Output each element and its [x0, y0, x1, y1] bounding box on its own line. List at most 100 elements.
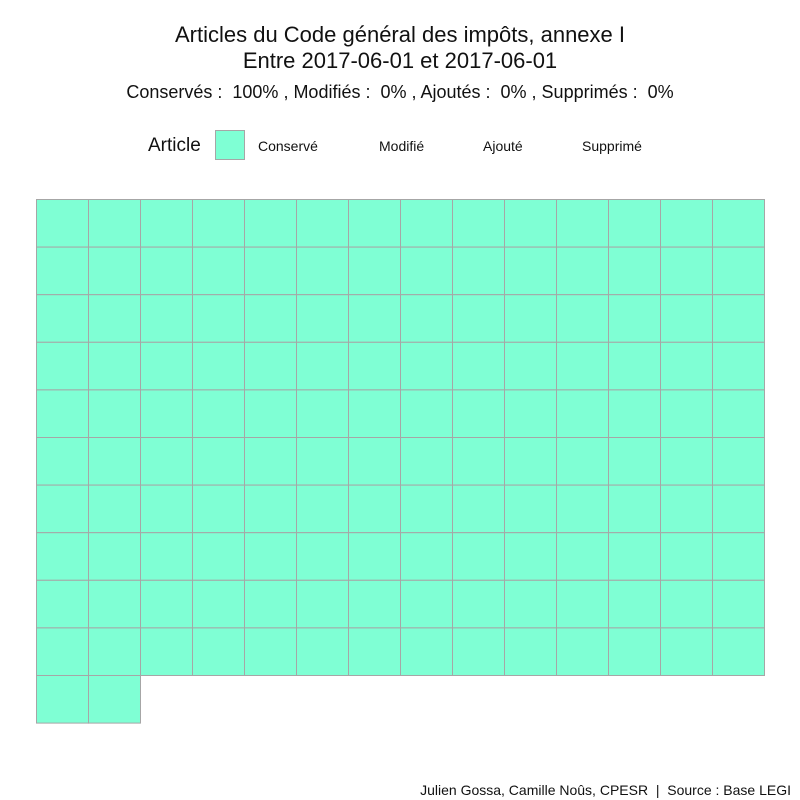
waffle-cell — [660, 437, 713, 486]
waffle-cell — [140, 437, 193, 486]
waffle-cell — [36, 532, 89, 581]
waffle-cell — [660, 579, 713, 629]
waffle-cell — [452, 627, 505, 677]
waffle-cell — [452, 199, 505, 248]
waffle-cell — [244, 199, 297, 248]
waffle-cell — [88, 389, 141, 438]
waffle-cell — [140, 294, 193, 343]
waffle-cell — [504, 294, 557, 343]
waffle-cell — [452, 389, 505, 438]
waffle-cell — [88, 199, 141, 248]
waffle-cell — [348, 389, 401, 438]
waffle-cell — [712, 199, 765, 248]
waffle-cell — [88, 341, 141, 391]
waffle-cell — [36, 341, 89, 391]
waffle-cell — [660, 627, 713, 677]
waffle-cell — [556, 484, 609, 534]
waffle-cell — [608, 579, 661, 629]
waffle-cell — [140, 246, 193, 296]
waffle-cell — [140, 579, 193, 629]
waffle-cell — [608, 627, 661, 677]
waffle-cell — [348, 294, 401, 343]
waffle-cell — [504, 484, 557, 534]
waffle-cell — [140, 532, 193, 581]
waffle-cell — [88, 627, 141, 677]
waffle-cell — [36, 627, 89, 677]
waffle-cell — [712, 341, 765, 391]
waffle-cell — [244, 246, 297, 296]
waffle-cell — [140, 484, 193, 534]
waffle-cell — [244, 294, 297, 343]
waffle-cell — [556, 294, 609, 343]
waffle-cell — [712, 484, 765, 534]
waffle-cell — [556, 579, 609, 629]
waffle-cell — [452, 246, 505, 296]
waffle-cell — [296, 199, 349, 248]
waffle-cell — [452, 294, 505, 343]
waffle-cell — [452, 532, 505, 581]
waffle-cell — [452, 437, 505, 486]
waffle-cell — [660, 341, 713, 391]
waffle-cell — [296, 389, 349, 438]
waffle-cell — [556, 389, 609, 438]
waffle-cell — [348, 627, 401, 677]
waffle-cell — [712, 627, 765, 677]
waffle-cell — [608, 246, 661, 296]
waffle-cell — [452, 484, 505, 534]
waffle-cell — [660, 294, 713, 343]
waffle-cell — [192, 341, 245, 391]
waffle-cell — [660, 389, 713, 438]
waffle-cell — [296, 341, 349, 391]
waffle-cell — [608, 341, 661, 391]
waffle-cell — [192, 627, 245, 677]
waffle-cell — [36, 437, 89, 486]
waffle-cell — [244, 341, 297, 391]
source-caption: Julien Gossa, Camille Noûs, CPESR | Sour… — [420, 782, 791, 798]
waffle-cell — [400, 437, 453, 486]
waffle-cell — [296, 579, 349, 629]
waffle-cell — [400, 627, 453, 677]
waffle-cell — [504, 389, 557, 438]
waffle-cell — [88, 532, 141, 581]
waffle-cell — [88, 579, 141, 629]
waffle-cell — [244, 437, 297, 486]
waffle-cell — [608, 294, 661, 343]
waffle-cell — [712, 532, 765, 581]
waffle-cell — [400, 341, 453, 391]
waffle-cell — [192, 389, 245, 438]
waffle-cell — [556, 437, 609, 486]
waffle-cell — [400, 579, 453, 629]
waffle-cell — [712, 437, 765, 486]
waffle-cell — [192, 294, 245, 343]
waffle-cell — [192, 437, 245, 486]
waffle-cell — [712, 579, 765, 629]
waffle-cell — [348, 199, 401, 248]
waffle-cell — [296, 484, 349, 534]
waffle-cell — [36, 199, 89, 248]
waffle-cell — [88, 675, 141, 724]
waffle-cell — [296, 532, 349, 581]
waffle-cell — [140, 389, 193, 438]
waffle-cell — [192, 246, 245, 296]
waffle-cell — [712, 389, 765, 438]
waffle-cell — [400, 294, 453, 343]
waffle-cell — [36, 246, 89, 296]
waffle-cell — [660, 532, 713, 581]
waffle-cell — [348, 532, 401, 581]
waffle-cell — [296, 294, 349, 343]
waffle-cell — [348, 246, 401, 296]
waffle-cell — [504, 627, 557, 677]
waffle-cell — [712, 246, 765, 296]
waffle-cell — [140, 199, 193, 248]
waffle-cell — [36, 675, 89, 724]
waffle-cell — [608, 437, 661, 486]
waffle-cell — [348, 484, 401, 534]
waffle-cell — [400, 246, 453, 296]
waffle-cell — [556, 532, 609, 581]
waffle-cell — [504, 437, 557, 486]
waffle-cell — [556, 246, 609, 296]
waffle-cell — [244, 579, 297, 629]
waffle-cell — [608, 484, 661, 534]
waffle-cell — [140, 627, 193, 677]
waffle-cell — [400, 484, 453, 534]
